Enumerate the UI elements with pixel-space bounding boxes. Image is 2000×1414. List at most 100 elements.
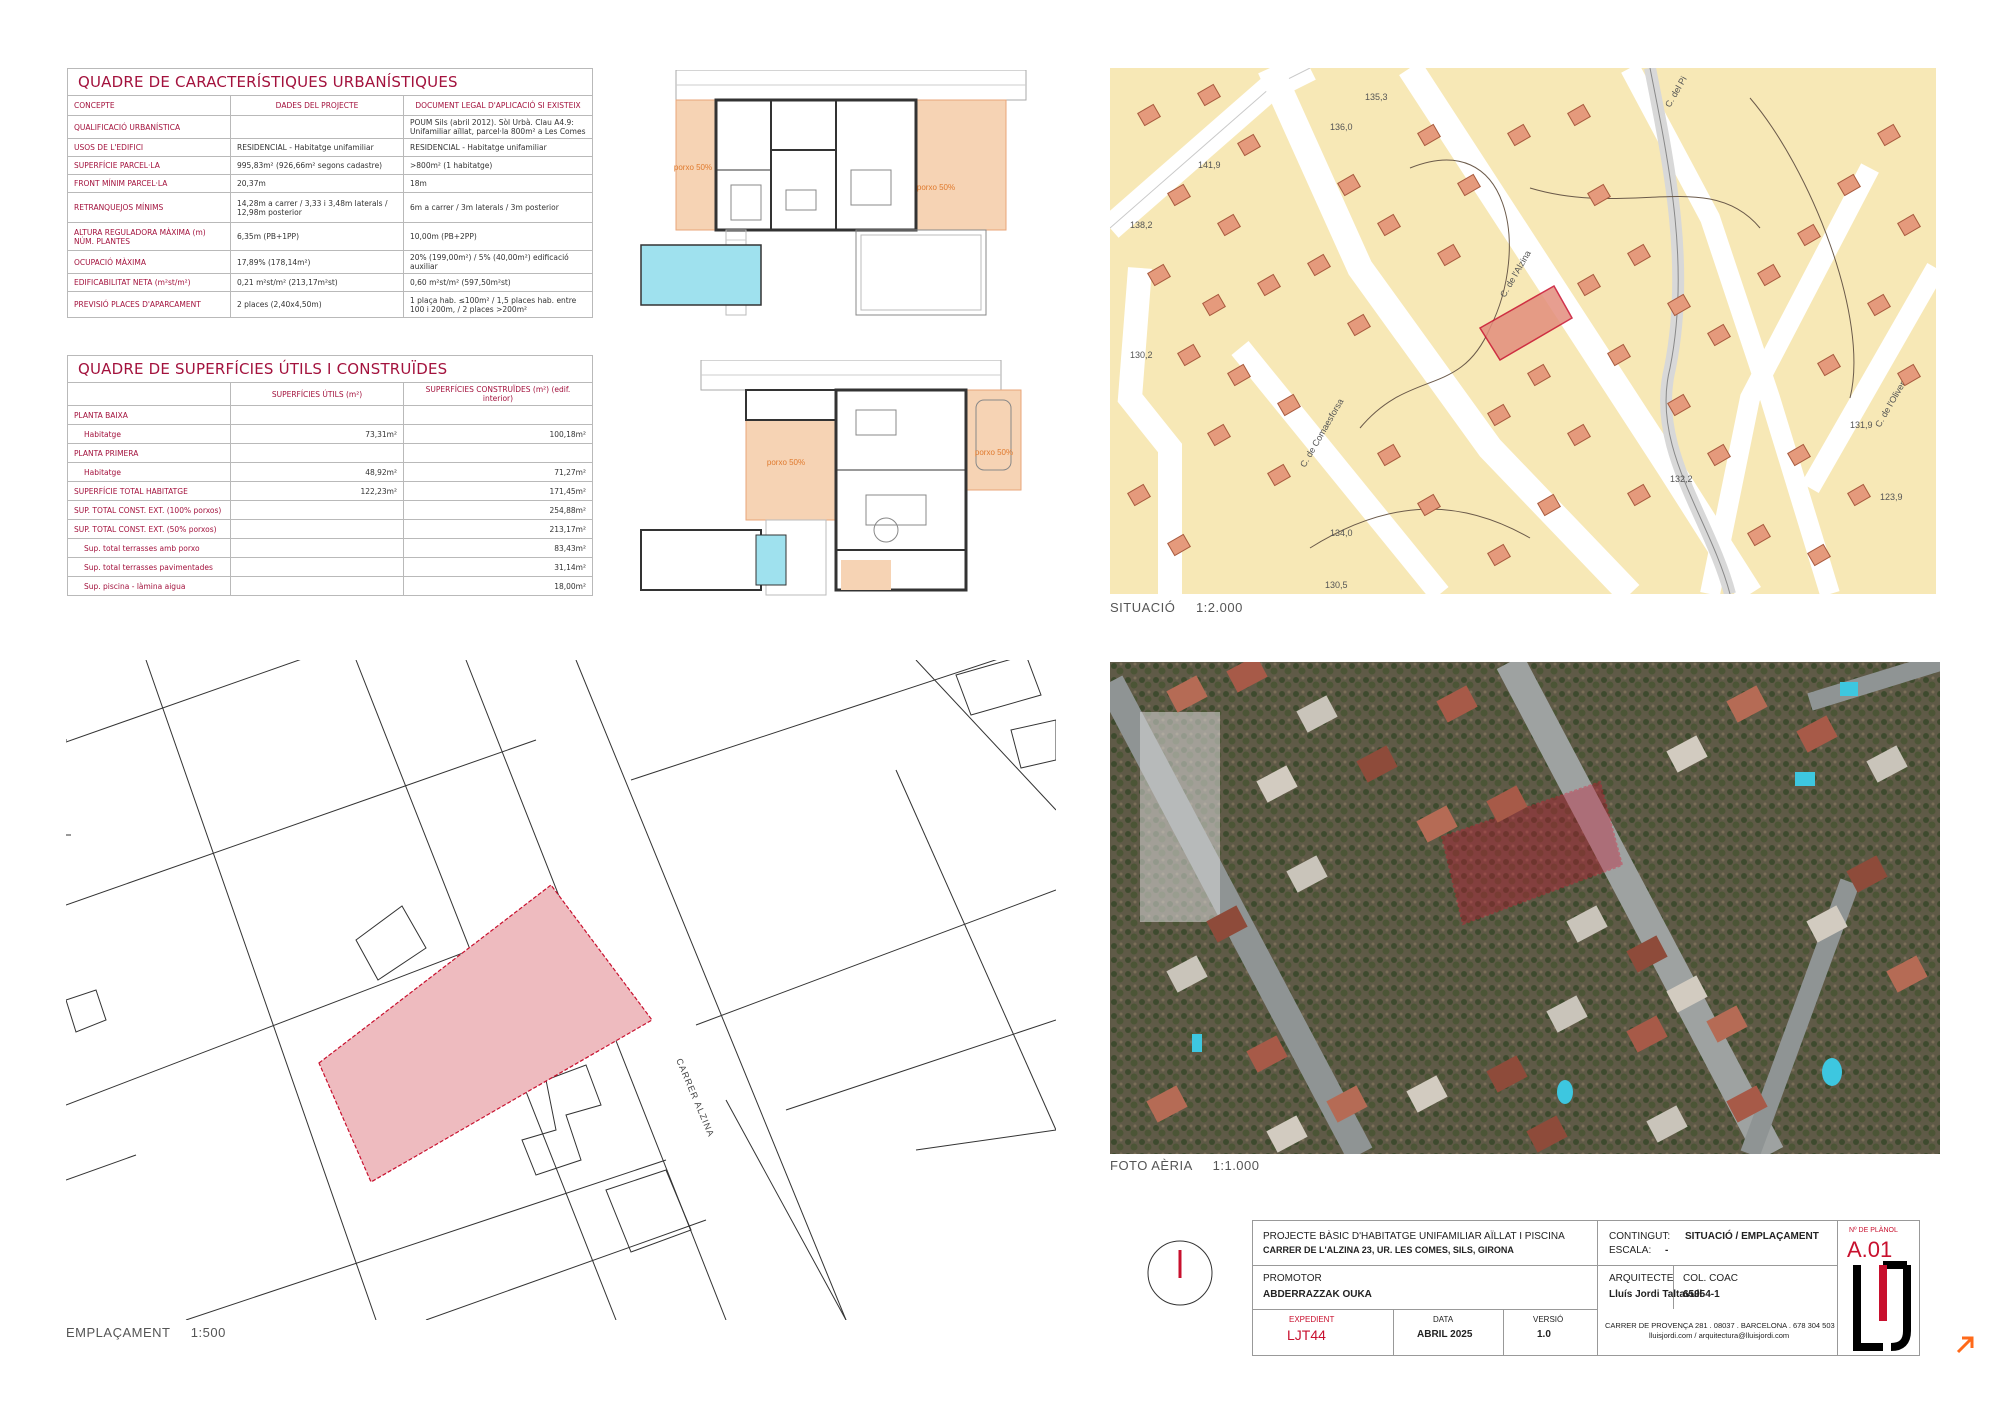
urban-table-title: QUADRE DE CARACTERÍSTIQUES URBANÍSTIQUES (67, 68, 593, 96)
porch-label-4: porxo 50% (975, 448, 1013, 457)
header-document-legal: DOCUMENT LEGAL D'APLICACIÓ SI EXISTEIX (403, 95, 593, 116)
office-web: lluisjordi.com / arquitectura@lluisjordi… (1649, 1331, 1790, 1340)
site-street-label: CARRER ALZINA (674, 1057, 716, 1139)
elevation-5: 130,2 (1130, 350, 1153, 360)
surface-label-cell: SUP. TOTAL CONST. EXT. (100% porxos) (67, 500, 231, 520)
urban-concept-cell: ALTURA REGULADORA MÀXIMA (m) NÚM. PLANTE… (67, 222, 231, 251)
urban-legal-cell: 1 plaça hab. ≤100m² / 1,5 places hab. en… (403, 291, 593, 318)
urban-project-cell: 0,21 m²st/m² (213,17m²st) (230, 273, 404, 292)
project-title: PROJECTE BÀSIC D'HABITATGE UNIFAMILIAR A… (1263, 1231, 1565, 1242)
surface-util-cell: 48,92m² (230, 462, 404, 482)
porch-area-ground-left (745, 419, 837, 521)
urban-legal-cell: >800m² (1 habitatge) (403, 156, 593, 175)
surface-util-cell: 73,31m² (230, 424, 404, 444)
surface-util-cell: 122,23m² (230, 481, 404, 501)
surfaces-table-title: QUADRE DE SUPERFÍCIES ÚTILS I CONSTRUÏDE… (67, 355, 593, 383)
urban-concept-cell: QUALIFICACIÓ URBANÍSTICA (67, 115, 231, 139)
porch-area-right (915, 99, 1007, 231)
porch-area-ground-right (965, 389, 1022, 491)
urban-concept-cell: USOS DE L'EDIFICI (67, 138, 231, 157)
aerial-photo (1110, 662, 1940, 1154)
plan-number: A.01 (1847, 1237, 1893, 1262)
elevation-2: 136,0 (1330, 122, 1353, 132)
architect-logo-icon (1853, 1261, 1911, 1351)
surface-label-cell: Habitatge (67, 424, 231, 444)
urban-project-cell: 6,35m (PB+1PP) (230, 222, 404, 251)
site-plan: CARRER ALZINA (66, 660, 1056, 1320)
neighbour-building-3 (605, 1169, 692, 1253)
urban-project-cell (230, 115, 404, 139)
project-address: CARRER DE L'ALZINA 23, UR. LES COMES, SI… (1263, 1245, 1514, 1255)
urban-project-cell: 17,89% (178,14m²) (230, 250, 404, 274)
urban-table-row: ALTURA REGULADORA MÀXIMA (m) NÚM. PLANTE… (67, 222, 593, 251)
urban-legal-cell: 0,60 m²st/m² (597,50m²st) (403, 273, 593, 292)
title-block: PROJECTE BÀSIC D'HABITATGE UNIFAMILIAR A… (1252, 1220, 1920, 1356)
situation-map: C. de l'Alzina C. de Comaesforsa C. del … (1110, 68, 1936, 594)
urban-project-cell: 20,37m (230, 174, 404, 193)
surfaces-table: QUADRE DE SUPERFÍCIES ÚTILS I CONSTRUÏDE… (67, 355, 593, 596)
surface-built-cell: 100,18m² (403, 424, 593, 444)
urban-table-row: RETRANQUEJOS MÍNIMS 14,28m a carrer / 3,3… (67, 192, 593, 223)
surface-label-cell: SUPERFÍCIE TOTAL HABITATGE (67, 481, 231, 501)
pool-outline (640, 529, 762, 591)
urban-concept-cell: SUPERFÍCIE PARCEL·LA (67, 156, 231, 175)
aerial-pool-1 (1557, 1080, 1573, 1104)
elevation-6: 134,0 (1330, 528, 1353, 538)
surface-built-cell: 71,27m² (403, 462, 593, 482)
surface-built-cell (403, 443, 593, 463)
surface-util-cell (230, 443, 404, 463)
urban-concept-cell: RETRANQUEJOS MÍNIMS (67, 192, 231, 223)
urban-table-row: FRONT MÍNIM PARCEL·LA 20,37m 18m (67, 174, 593, 193)
neighbour-building-1 (355, 905, 427, 981)
surface-built-cell: 83,43m² (403, 538, 593, 558)
floor-plan-first-floor: porxo 50% porxo 50% (640, 70, 1027, 316)
urban-project-cell: 14,28m a carrer / 3,33 i 3,48m laterals … (230, 192, 404, 223)
urban-legal-cell: 18m (403, 174, 593, 193)
urban-concept-cell: EDIFICABILITAT NETA (m²st/m²) (67, 273, 231, 292)
surface-label-cell: PLANTA PRIMERA (67, 443, 231, 463)
aerial-mask-area (1140, 712, 1220, 922)
surfaces-table-row: Sup. total terrasses pavimentades 31,14m² (67, 557, 593, 577)
porch-label-1: porxo 50% (674, 163, 712, 172)
content-value: SITUACIÓ / EMPLAÇAMENT (1685, 1231, 1819, 1242)
floor-plan-ground-floor: porxo 50% porxo 50% (640, 360, 1022, 596)
urban-legal-cell: RESIDENCIAL - Habitatge unifamiliar (403, 138, 593, 157)
surface-built-cell: 254,88m² (403, 500, 593, 520)
header-dades-projecte: DADES DEL PROJECTE (230, 95, 404, 116)
scale-value: - (1665, 1245, 1669, 1256)
surfaces-table-row: PLANTA BAIXA (67, 405, 593, 425)
elevation-10: 131,9 (1850, 420, 1873, 430)
elevation-1: 135,3 (1365, 92, 1388, 102)
surface-util-cell (230, 519, 404, 539)
surface-built-cell (403, 405, 593, 425)
surfaces-table-row: Sup. piscina - làmina aigua 18,00m² (67, 576, 593, 596)
pool-upper (640, 244, 762, 306)
content-label: CONTINGUT: (1609, 1231, 1671, 1242)
data-value: ABRIL 2025 (1417, 1329, 1473, 1340)
elevation-8: 130,5 (1325, 580, 1348, 590)
urban-project-cell: 2 places (2,40x4,50m) (230, 291, 404, 318)
porch-label-3: porxo 50% (767, 458, 805, 467)
office-address: CARRER DE PROVENÇA 281 . 08037 . BARCELO… (1605, 1321, 1835, 1330)
promotor-name: ABDERRAZZAK OUKA (1263, 1289, 1372, 1300)
data-label: DATA (1433, 1315, 1454, 1324)
surface-util-cell (230, 500, 404, 520)
promotor-label: PROMOTOR (1263, 1273, 1322, 1284)
urban-table-row: USOS DE L'EDIFICI RESIDENCIAL - Habitatge… (67, 138, 593, 157)
urban-concept-cell: FRONT MÍNIM PARCEL·LA (67, 174, 231, 193)
surface-built-cell: 171,45m² (403, 481, 593, 501)
surface-util-cell (230, 557, 404, 577)
col-value: 65954-1 (1683, 1289, 1720, 1300)
aerial-pool-2 (1822, 1058, 1842, 1086)
surface-built-cell: 31,14m² (403, 557, 593, 577)
corner-arrow-icon (1956, 1336, 1974, 1354)
surface-label-cell: Habitatge (67, 462, 231, 482)
site-plot-highlight (318, 884, 653, 1183)
porch-label-2: porxo 50% (917, 183, 955, 192)
urban-characteristics-table: QUADRE DE CARACTERÍSTIQUES URBANÍSTIQUES… (67, 68, 593, 318)
expedient-label: EXPEDIENT (1289, 1315, 1335, 1324)
surface-util-cell (230, 538, 404, 558)
surfaces-table-row: Habitatge 48,92m² 71,27m² (67, 462, 593, 482)
aerial-pool-3 (1192, 1034, 1202, 1052)
elevation-3: 141,9 (1198, 160, 1221, 170)
